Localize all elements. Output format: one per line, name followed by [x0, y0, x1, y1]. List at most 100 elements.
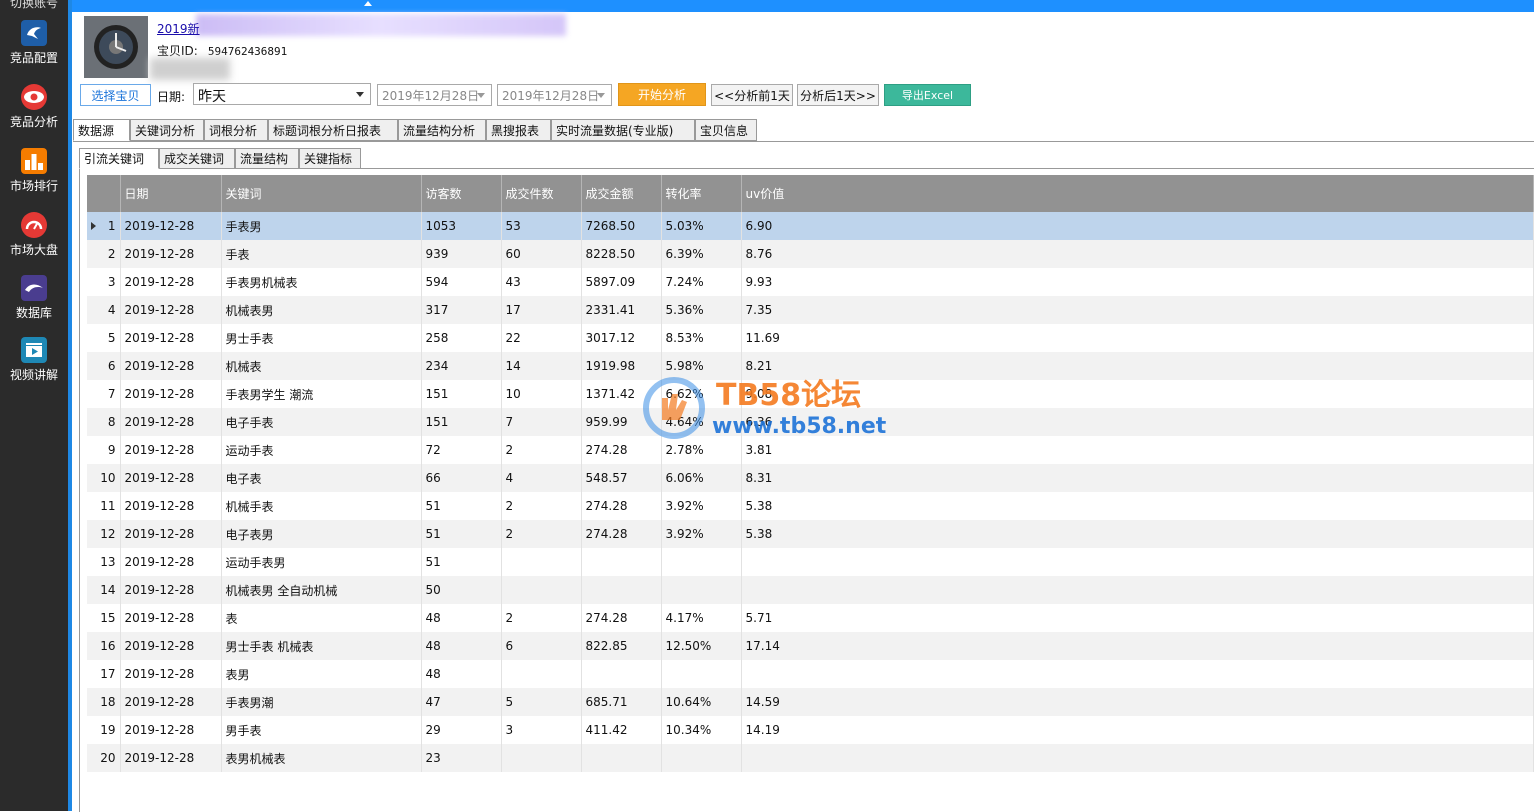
sidebar-item-market-overview[interactable]: 市场大盘: [0, 212, 68, 258]
cell-keyword[interactable]: 手表男机械表: [221, 268, 422, 296]
column-header-date[interactable]: 日期: [120, 175, 222, 212]
cell-visitors[interactable]: 50: [421, 576, 502, 604]
cell-conversion-rate[interactable]: 6.62%: [661, 380, 742, 408]
row-number-header[interactable]: [87, 175, 121, 212]
cell-date[interactable]: 2019-12-28: [120, 492, 222, 520]
cell-visitors[interactable]: 317: [421, 296, 502, 324]
cell-deal-items[interactable]: [501, 744, 582, 772]
cell-conversion-rate[interactable]: 10.64%: [661, 688, 742, 716]
cell-deal-items[interactable]: 10: [501, 380, 582, 408]
cell-visitors[interactable]: 48: [421, 632, 502, 660]
sidebar-cut-item[interactable]: 切换账号: [0, 0, 68, 10]
row-number[interactable]: 9: [87, 436, 121, 464]
cell-conversion-rate[interactable]: [661, 744, 742, 772]
cell-keyword[interactable]: 手表男: [221, 212, 422, 240]
row-number[interactable]: 17: [87, 660, 121, 688]
row-number[interactable]: 1: [87, 212, 121, 240]
table-row[interactable]: 2 2019-12-28 手表 939 60 8228.50 6.39% 8.76: [87, 240, 1534, 268]
row-number[interactable]: 20: [87, 744, 121, 772]
cell-conversion-rate[interactable]: 5.03%: [661, 212, 742, 240]
cell-uv-value[interactable]: 3.81: [741, 436, 1534, 464]
cell-deal-amount[interactable]: 5897.09: [581, 268, 662, 296]
cell-visitors[interactable]: 258: [421, 324, 502, 352]
cell-conversion-rate[interactable]: 5.36%: [661, 296, 742, 324]
table-row[interactable]: 12 2019-12-28 电子表男 51 2 274.28 3.92% 5.38: [87, 520, 1534, 548]
cell-conversion-rate[interactable]: [661, 660, 742, 688]
row-number[interactable]: 5: [87, 324, 121, 352]
start-analysis-button[interactable]: 开始分析: [618, 83, 706, 106]
cell-keyword[interactable]: 表男: [221, 660, 422, 688]
cell-visitors[interactable]: 151: [421, 380, 502, 408]
table-row[interactable]: 14 2019-12-28 机械表男 全自动机械 50: [87, 576, 1534, 604]
cell-visitors[interactable]: 234: [421, 352, 502, 380]
cell-keyword[interactable]: 运动手表: [221, 436, 422, 464]
cell-keyword[interactable]: 男士手表: [221, 324, 422, 352]
cell-deal-amount[interactable]: 274.28: [581, 520, 662, 548]
cell-uv-value[interactable]: [741, 744, 1534, 772]
table-row[interactable]: 17 2019-12-28 表男 48: [87, 660, 1534, 688]
cell-deal-items[interactable]: 2: [501, 520, 582, 548]
cell-date[interactable]: 2019-12-28: [120, 380, 222, 408]
cell-conversion-rate[interactable]: 3.92%: [661, 492, 742, 520]
cell-deal-amount[interactable]: 1371.42: [581, 380, 662, 408]
column-header-uv-value[interactable]: uv价值: [741, 175, 1534, 212]
cell-deal-items[interactable]: 2: [501, 436, 582, 464]
cell-deal-amount[interactable]: 411.42: [581, 716, 662, 744]
row-number[interactable]: 16: [87, 632, 121, 660]
cell-deal-amount[interactable]: 1919.98: [581, 352, 662, 380]
subtab-deal-keywords[interactable]: 成交关键词: [159, 148, 235, 169]
cell-uv-value[interactable]: [741, 660, 1534, 688]
cell-date[interactable]: 2019-12-28: [120, 548, 222, 576]
cell-keyword[interactable]: 男手表: [221, 716, 422, 744]
row-number[interactable]: 14: [87, 576, 121, 604]
table-row[interactable]: 5 2019-12-28 男士手表 258 22 3017.12 8.53% 11.69: [87, 324, 1534, 352]
cell-deal-items[interactable]: 4: [501, 464, 582, 492]
cell-conversion-rate[interactable]: 5.98%: [661, 352, 742, 380]
cell-date[interactable]: 2019-12-28: [120, 352, 222, 380]
cell-visitors[interactable]: 939: [421, 240, 502, 268]
cell-uv-value[interactable]: 14.19: [741, 716, 1534, 744]
table-row[interactable]: 9 2019-12-28 运动手表 72 2 274.28 2.78% 3.81: [87, 436, 1534, 464]
cell-date[interactable]: 2019-12-28: [120, 604, 222, 632]
product-title-link[interactable]: 2019新: [157, 20, 200, 37]
cell-uv-value[interactable]: 5.71: [741, 604, 1534, 632]
cell-deal-amount[interactable]: [581, 660, 662, 688]
row-number[interactable]: 6: [87, 352, 121, 380]
table-row[interactable]: 20 2019-12-28 表男机械表 23: [87, 744, 1534, 772]
cell-date[interactable]: 2019-12-28: [120, 296, 222, 324]
subtab-traffic-keywords[interactable]: 引流关键词: [79, 148, 159, 169]
subtab-traffic-structure[interactable]: 流量结构: [235, 148, 299, 169]
cell-visitors[interactable]: 47: [421, 688, 502, 716]
row-number[interactable]: 3: [87, 268, 121, 296]
cell-deal-amount[interactable]: 274.28: [581, 604, 662, 632]
cell-visitors[interactable]: 51: [421, 520, 502, 548]
cell-uv-value[interactable]: [741, 576, 1534, 604]
cell-conversion-rate[interactable]: [661, 548, 742, 576]
cell-keyword[interactable]: 手表男学生 潮流: [221, 380, 422, 408]
cell-keyword[interactable]: 手表: [221, 240, 422, 268]
row-number[interactable]: 7: [87, 380, 121, 408]
row-number[interactable]: 18: [87, 688, 121, 716]
cell-conversion-rate[interactable]: 3.92%: [661, 520, 742, 548]
cell-date[interactable]: 2019-12-28: [120, 212, 222, 240]
cell-conversion-rate[interactable]: 4.64%: [661, 408, 742, 436]
cell-deal-amount[interactable]: [581, 548, 662, 576]
sidebar-item-competitor-analysis[interactable]: 竞品分析: [0, 84, 68, 130]
product-thumbnail[interactable]: [84, 16, 148, 78]
cell-deal-amount[interactable]: [581, 576, 662, 604]
cell-keyword[interactable]: 电子手表: [221, 408, 422, 436]
start-date-picker[interactable]: 2019年12月28日: [377, 84, 492, 106]
cell-visitors[interactable]: 151: [421, 408, 502, 436]
cell-deal-items[interactable]: 60: [501, 240, 582, 268]
cell-keyword[interactable]: 男士手表 机械表: [221, 632, 422, 660]
table-row[interactable]: 10 2019-12-28 电子表 66 4 548.57 6.06% 8.31: [87, 464, 1534, 492]
cell-deal-amount[interactable]: 822.85: [581, 632, 662, 660]
cell-visitors[interactable]: 29: [421, 716, 502, 744]
cell-keyword[interactable]: 表男机械表: [221, 744, 422, 772]
cell-deal-items[interactable]: 53: [501, 212, 582, 240]
cell-keyword[interactable]: 机械手表: [221, 492, 422, 520]
caret-up-icon[interactable]: [364, 1, 372, 6]
cell-keyword[interactable]: 机械表: [221, 352, 422, 380]
row-number[interactable]: 8: [87, 408, 121, 436]
table-row[interactable]: 8 2019-12-28 电子手表 151 7 959.99 4.64% 6.36: [87, 408, 1534, 436]
